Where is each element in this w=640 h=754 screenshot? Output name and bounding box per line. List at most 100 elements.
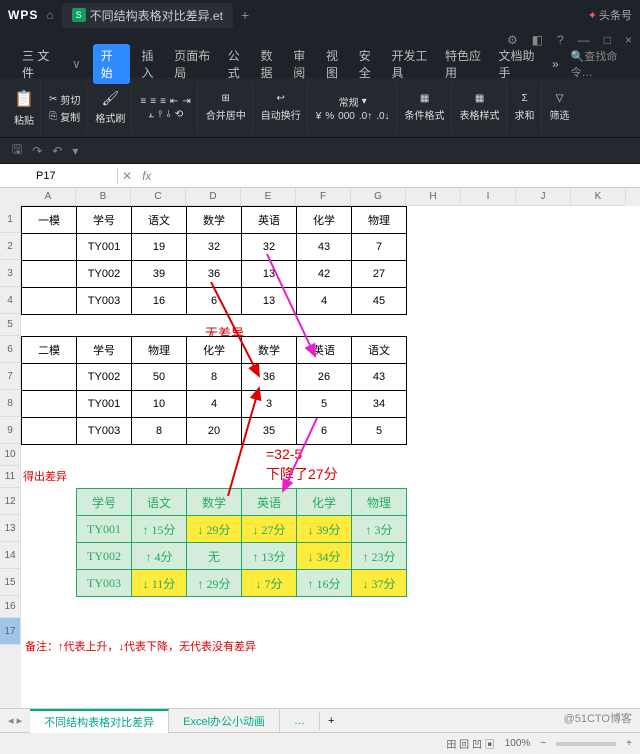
tab-formula[interactable]: 公式 — [228, 47, 249, 81]
spreadsheet-icon: S — [72, 8, 86, 22]
wrap-text[interactable]: ↩自动换行 — [261, 93, 301, 122]
tab-insert[interactable]: 插入 — [142, 47, 163, 81]
format-painter[interactable]: 🖌格式刷 — [95, 90, 125, 125]
qat-save[interactable]: 🖫 — [12, 140, 22, 161]
cut-button[interactable]: ✂ 剪切 — [49, 92, 80, 107]
tab-special[interactable]: 特色应用 — [445, 47, 486, 81]
add-sheet[interactable]: + — [320, 715, 342, 727]
qat-undo[interactable]: ↶ — [52, 144, 62, 158]
dec-dec[interactable]: .0↓ — [376, 111, 389, 122]
orient[interactable]: ⟲ — [175, 109, 183, 120]
row-3[interactable]: 3 — [0, 260, 21, 287]
align-left[interactable]: ≡ — [140, 96, 146, 107]
row-16[interactable]: 16 — [0, 596, 21, 618]
zoom-in[interactable]: + — [626, 738, 632, 749]
sheet2[interactable]: Excel办公小动画 — [169, 710, 280, 732]
indent-inc[interactable]: ⇥ — [182, 96, 190, 107]
document-tab[interactable]: S 不同结构表格对比差异.et — [62, 3, 233, 28]
row-11[interactable]: 11 — [0, 466, 21, 488]
tab-dochelp[interactable]: 文档助手 — [498, 47, 539, 81]
help-icon[interactable]: ? — [557, 33, 564, 47]
autosum[interactable]: Σ求和 — [515, 93, 535, 122]
row-7[interactable]: 7 — [0, 363, 21, 390]
col-G[interactable]: G — [351, 188, 406, 206]
tab-data[interactable]: 数据 — [261, 47, 282, 81]
merge-center[interactable]: ⊞合并居中 — [206, 93, 246, 122]
valign-bot[interactable]: ⫰ — [166, 109, 170, 120]
filter[interactable]: ▽筛选 — [550, 93, 570, 122]
col-E[interactable]: E — [241, 188, 296, 206]
row-9[interactable]: 9 — [0, 417, 21, 444]
col-B[interactable]: B — [76, 188, 131, 206]
name-box[interactable]: P17 — [28, 168, 118, 184]
col-D[interactable]: D — [186, 188, 241, 206]
row-14[interactable]: 14 — [0, 542, 21, 569]
fx-icon[interactable]: fx — [136, 169, 157, 183]
col-J[interactable]: J — [516, 188, 571, 206]
close-button[interactable]: × — [625, 33, 632, 47]
app-logo: WPS — [8, 8, 38, 22]
row-8[interactable]: 8 — [0, 390, 21, 417]
qat-redo[interactable]: ↷ — [32, 144, 42, 158]
min-button[interactable]: — — [578, 33, 590, 47]
row-17[interactable]: 17 — [0, 618, 21, 645]
home-icon[interactable]: ⌂ — [46, 8, 53, 22]
right-link[interactable]: ✦头条号 — [588, 7, 632, 23]
row-5[interactable]: 5 — [0, 314, 21, 336]
skin-icon[interactable]: ◧ — [532, 33, 543, 47]
tab-view[interactable]: 视图 — [326, 47, 347, 81]
copy-button[interactable]: ⎘ 复制 — [49, 109, 80, 124]
row-12[interactable]: 12 — [0, 488, 21, 515]
tab-safety[interactable]: 安全 — [359, 47, 380, 81]
anno-drop: 下降了27分 — [266, 464, 338, 484]
row-13[interactable]: 13 — [0, 515, 21, 542]
percent[interactable]: % — [325, 111, 334, 122]
tab-more[interactable]: » — [552, 57, 559, 71]
view-icons[interactable]: 田 回 凹 ▣ — [446, 736, 494, 751]
col-K[interactable]: K — [571, 188, 626, 206]
zoom-level[interactable]: 100% — [505, 738, 531, 749]
sheet1[interactable]: 不同结构表格对比差异 — [30, 709, 169, 733]
row-10[interactable]: 10 — [0, 444, 21, 466]
align-right[interactable]: ≡ — [160, 96, 166, 107]
new-tab-button[interactable]: + — [241, 7, 249, 23]
tab-layout[interactable]: 页面布局 — [174, 47, 215, 81]
spreadsheet[interactable]: ABCDEFGHIJK 1234567891011121314151617 得出… — [0, 188, 640, 708]
tab-start[interactable]: 开始 — [93, 44, 130, 84]
sheet-more[interactable]: … — [280, 712, 320, 730]
tabnav[interactable]: ◂ ▸ — [0, 714, 30, 727]
row-2[interactable]: 2 — [0, 233, 21, 260]
paste-button[interactable]: 📋粘贴 — [14, 89, 34, 127]
comma[interactable]: 000 — [338, 111, 355, 122]
col-C[interactable]: C — [131, 188, 186, 206]
settings-icon[interactable]: ⚙ — [507, 33, 518, 47]
tab-dev[interactable]: 开发工具 — [392, 47, 433, 81]
row-4[interactable]: 4 — [0, 287, 21, 314]
indent-dec[interactable]: ⇤ — [170, 96, 178, 107]
zoom-slider[interactable] — [556, 742, 616, 746]
zoom-out[interactable]: − — [540, 738, 546, 749]
tab-review[interactable]: 审阅 — [293, 47, 314, 81]
cancel-icon[interactable]: ✕ — [118, 169, 136, 183]
col-F[interactable]: F — [296, 188, 351, 206]
currency[interactable]: ¥ — [316, 111, 322, 122]
file-menu[interactable]: 三 文件 — [22, 47, 56, 81]
align-center[interactable]: ≡ — [150, 96, 156, 107]
valign-mid[interactable]: ⫯ — [158, 109, 162, 120]
row-15[interactable]: 15 — [0, 569, 21, 596]
row-1[interactable]: 1 — [0, 206, 21, 233]
qat-more[interactable]: ▾ — [72, 144, 78, 158]
col-I[interactable]: I — [461, 188, 516, 206]
table-style[interactable]: ▦表格样式 — [460, 93, 500, 122]
cond-format[interactable]: ▦条件格式 — [405, 93, 445, 122]
col-H[interactable]: H — [406, 188, 461, 206]
dec-inc[interactable]: .0↑ — [359, 111, 372, 122]
ribbon-tab-strip: 三 文件 ∨ 开始 插入 页面布局 公式 数据 审阅 视图 安全 开发工具 特色… — [0, 50, 640, 78]
col-A[interactable]: A — [21, 188, 76, 206]
grid-area[interactable]: 得出差异 无差异 =32-5 下降了27分 备注：↑代表上升，↓代表下降，无代表… — [21, 206, 640, 708]
number-format[interactable]: 常规 ▾ — [339, 94, 367, 109]
max-button[interactable]: □ — [604, 33, 611, 47]
valign-top[interactable]: ⫠ — [148, 109, 154, 120]
row-6[interactable]: 6 — [0, 336, 21, 363]
search-box[interactable]: 🔍查找命令… — [571, 48, 630, 80]
